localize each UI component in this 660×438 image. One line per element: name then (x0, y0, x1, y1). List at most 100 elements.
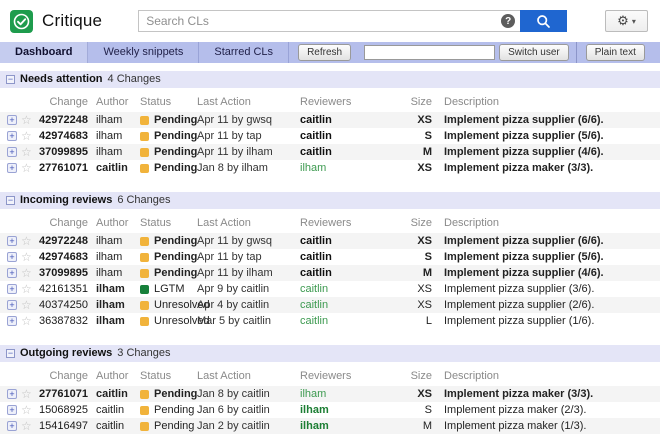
search-input[interactable] (138, 10, 520, 32)
cl-author: ilham (90, 281, 136, 297)
reviewer-name: caitlin (300, 283, 328, 295)
plain-text-button[interactable]: Plain text (586, 44, 645, 61)
star-icon[interactable]: ☆ (21, 268, 32, 278)
cl-author: ilham (90, 297, 136, 313)
refresh-button[interactable]: Refresh (298, 44, 351, 61)
reviewer-name: caitlin (300, 315, 328, 327)
expand-icon[interactable]: + (7, 236, 17, 246)
star-icon[interactable]: ☆ (21, 163, 32, 173)
cl-number[interactable]: 42974683 (38, 128, 90, 144)
expand-icon[interactable]: + (7, 147, 17, 157)
cl-description: Implement pizza supplier (4/6). (436, 265, 660, 281)
cl-description: Implement pizza supplier (5/6). (436, 128, 660, 144)
expand-icon[interactable]: + (7, 316, 17, 326)
cl-reviewers: caitlin (294, 249, 406, 265)
cl-last-action: Apr 4 by caitlin (192, 297, 294, 313)
cl-size: XS (406, 386, 436, 402)
status-color-icon (140, 164, 149, 173)
star-icon[interactable]: ☆ (21, 284, 32, 294)
cl-last-action: Apr 11 by ilham (192, 144, 294, 160)
expand-icon[interactable]: + (7, 252, 17, 262)
status-color-icon (140, 285, 149, 294)
reviewer-name: ilham (300, 404, 329, 416)
tab-bar: Dashboard Weekly snippets Starred CLs Re… (0, 42, 660, 63)
star-icon[interactable]: ☆ (21, 300, 32, 310)
cl-row: +☆42974683ilhamPendingApr 11 by tapcaitl… (0, 128, 660, 144)
section-needs-attention: −Needs attention4 ChangesChangeAuthorSta… (0, 71, 660, 176)
cl-number[interactable]: 27761071 (38, 160, 90, 176)
status-color-icon (140, 422, 149, 431)
status-label: Pending (154, 128, 197, 144)
star-icon[interactable]: ☆ (21, 389, 32, 399)
status-color-icon (140, 132, 149, 141)
expand-icon[interactable]: + (7, 300, 17, 310)
star-icon[interactable]: ☆ (21, 147, 32, 157)
gear-icon: ⚙ (617, 13, 629, 29)
settings-menu-button[interactable]: ⚙ ▾ (605, 10, 648, 32)
expand-icon[interactable]: + (7, 268, 17, 278)
expand-icon[interactable]: + (7, 389, 17, 399)
cl-number[interactable]: 40374250 (38, 297, 90, 313)
expand-icon[interactable]: + (7, 115, 17, 125)
column-header-status: Status (136, 216, 192, 231)
cl-row: +☆42972248ilhamPendingApr 11 by gwsqcait… (0, 112, 660, 128)
star-icon[interactable]: ☆ (21, 115, 32, 125)
column-header-change: Change (38, 369, 90, 384)
expand-icon[interactable]: + (7, 405, 17, 415)
row-icons: +☆ (0, 300, 38, 310)
cl-row: +☆27761071caitlinPendingJan 8 by caitlin… (0, 386, 660, 402)
cl-author: caitlin (90, 160, 136, 176)
section-title: Incoming reviews (20, 192, 112, 209)
cl-reviewers: caitlin (294, 233, 406, 249)
collapse-icon[interactable]: − (6, 196, 15, 205)
cl-reviewers: caitlin (294, 128, 406, 144)
star-icon[interactable]: ☆ (21, 252, 32, 262)
tab-dashboard[interactable]: Dashboard (0, 42, 88, 63)
cl-number[interactable]: 15416497 (38, 418, 90, 434)
star-icon[interactable]: ☆ (21, 131, 32, 141)
column-header-row: ChangeAuthorStatusLast ActionReviewersSi… (0, 216, 660, 231)
cl-size: S (406, 249, 436, 265)
search-button[interactable] (520, 10, 567, 32)
status-color-icon (140, 116, 149, 125)
cl-number[interactable]: 15068925 (38, 402, 90, 418)
cl-row: +☆15068925caitlinPendingJan 6 by caitlin… (0, 402, 660, 418)
cl-number[interactable]: 42972248 (38, 233, 90, 249)
cl-status: Pending (136, 128, 192, 144)
expand-icon[interactable]: + (7, 131, 17, 141)
section-header-needs-attention[interactable]: −Needs attention4 Changes (0, 71, 660, 88)
collapse-icon[interactable]: − (6, 75, 15, 84)
expand-icon[interactable]: + (7, 284, 17, 294)
section-header-outgoing-reviews[interactable]: −Outgoing reviews3 Changes (0, 345, 660, 362)
cl-size: XS (406, 297, 436, 313)
expand-icon[interactable]: + (7, 163, 17, 173)
status-color-icon (140, 406, 149, 415)
cl-number[interactable]: 42972248 (38, 112, 90, 128)
star-icon[interactable]: ☆ (21, 236, 32, 246)
cl-number[interactable]: 37099895 (38, 144, 90, 160)
star-icon[interactable]: ☆ (21, 405, 32, 415)
star-icon[interactable]: ☆ (21, 421, 32, 431)
switch-user-input[interactable] (364, 45, 495, 60)
status-label: Pending (154, 112, 197, 128)
section-header-incoming-reviews[interactable]: −Incoming reviews6 Changes (0, 192, 660, 209)
cl-number[interactable]: 27761071 (38, 386, 90, 402)
switch-user-button[interactable]: Switch user (499, 44, 569, 61)
star-icon[interactable]: ☆ (21, 316, 32, 326)
tab-weekly-snippets[interactable]: Weekly snippets (88, 42, 199, 63)
cl-reviewers: ilham (294, 160, 406, 176)
section-count: 4 Changes (108, 71, 161, 88)
expand-icon[interactable]: + (7, 421, 17, 431)
collapse-icon[interactable]: − (6, 349, 15, 358)
status-label: Pending (154, 160, 197, 176)
cl-author: ilham (90, 112, 136, 128)
cl-number[interactable]: 42974683 (38, 249, 90, 265)
cl-size: XS (406, 112, 436, 128)
tab-starred-cls[interactable]: Starred CLs (199, 42, 289, 63)
status-color-icon (140, 148, 149, 157)
cl-number[interactable]: 37099895 (38, 265, 90, 281)
cl-row: +☆36387832ilhamUnresolvedMar 5 by caitli… (0, 313, 660, 329)
row-icons: +☆ (0, 163, 38, 173)
cl-number[interactable]: 36387832 (38, 313, 90, 329)
cl-number[interactable]: 42161351 (38, 281, 90, 297)
